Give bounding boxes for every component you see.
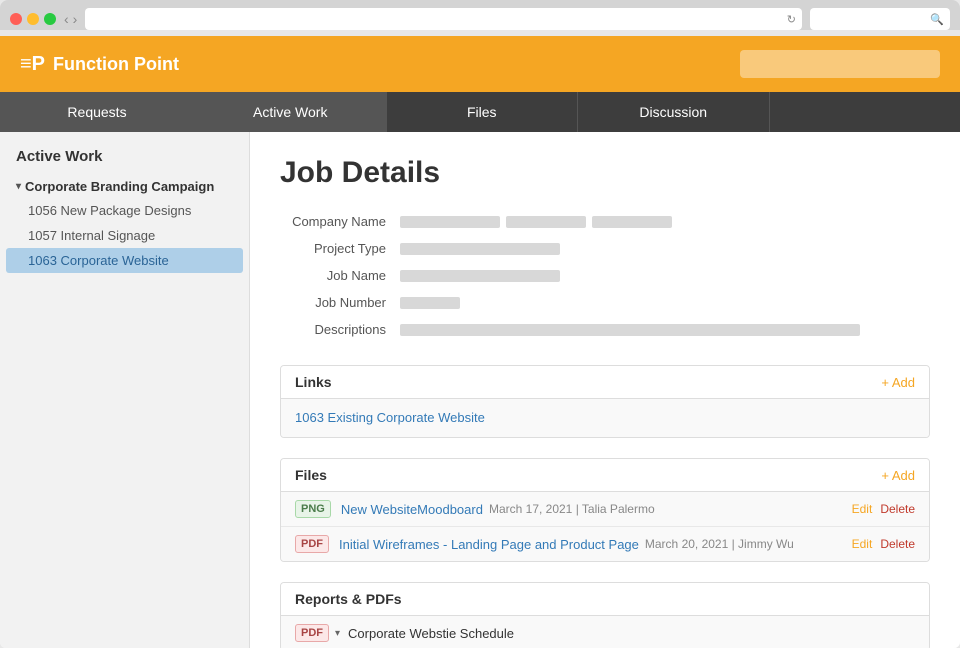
reports-section: Reports & PDFs PDF ▾ Corporate Webstie S… xyxy=(280,582,930,648)
file-delete-1[interactable]: Delete xyxy=(880,537,915,551)
header-search-bar[interactable] xyxy=(740,50,940,78)
maximize-button[interactable] xyxy=(44,13,56,25)
app-logo: ≡P Function Point xyxy=(20,53,179,76)
company-name-bar3 xyxy=(592,216,672,228)
search-icon: 🔍 xyxy=(930,13,944,26)
tab-files[interactable]: Files xyxy=(387,92,579,132)
file-delete-0[interactable]: Delete xyxy=(880,502,915,516)
back-arrow-icon[interactable]: ‹ xyxy=(64,11,69,27)
links-section: Links + Add 1063 Existing Corporate Webs… xyxy=(280,365,930,438)
descriptions-label: Descriptions xyxy=(280,322,400,337)
sidebar: Active Work ▾ Corporate Branding Campaig… xyxy=(0,132,250,648)
file-badge-png: PNG xyxy=(295,500,331,518)
nav-arrows: ‹ › xyxy=(64,11,77,27)
sidebar-group-arrow-icon: ▾ xyxy=(16,181,21,192)
job-number-bar xyxy=(400,297,460,309)
file-meta-0: March 17, 2021 | Talia Palermo xyxy=(489,502,655,516)
job-name-label: Job Name xyxy=(280,268,400,283)
company-name-bar1 xyxy=(400,216,500,228)
minimize-button[interactable] xyxy=(27,13,39,25)
file-row-1: PDF Initial Wireframes - Landing Page an… xyxy=(281,527,929,561)
tab-bar: Requests Active Work Files Discussion xyxy=(0,92,960,132)
files-section: Files + Add PNG New WebsiteMoodboard Mar… xyxy=(280,458,930,562)
logo-icon: ≡P xyxy=(20,53,45,76)
sidebar-item-1063[interactable]: 1063 Corporate Website xyxy=(6,248,243,273)
file-row-0: PNG New WebsiteMoodboard March 17, 2021 … xyxy=(281,492,929,527)
file-meta-1: March 20, 2021 | Jimmy Wu xyxy=(645,537,794,551)
descriptions-bar xyxy=(400,324,860,336)
file-name-0[interactable]: New WebsiteMoodboard xyxy=(341,502,483,517)
sidebar-group-label[interactable]: ▾ Corporate Branding Campaign xyxy=(0,175,249,198)
sidebar-item-1056[interactable]: 1056 New Package Designs xyxy=(0,198,249,223)
app-header: ≡P Function Point xyxy=(0,36,960,92)
report-row-0: PDF ▾ Corporate Webstie Schedule xyxy=(281,616,929,648)
page-title: Job Details xyxy=(280,156,930,190)
links-section-body: 1063 Existing Corporate Website xyxy=(281,399,929,437)
link-item-0[interactable]: 1063 Existing Corporate Website xyxy=(295,410,485,425)
job-name-value xyxy=(400,268,930,283)
traffic-lights xyxy=(10,13,56,25)
file-actions-1: Edit Delete xyxy=(852,537,915,551)
refresh-icon[interactable]: ↻ xyxy=(787,13,796,26)
forward-arrow-icon[interactable]: › xyxy=(73,11,78,27)
sidebar-section-title: Active Work xyxy=(0,148,249,175)
sidebar-group-name: Corporate Branding Campaign xyxy=(25,179,214,194)
sidebar-item-1057[interactable]: 1057 Internal Signage xyxy=(0,223,249,248)
links-section-title: Links xyxy=(295,374,332,390)
content-panel: Job Details Company Name Project Type Jo… xyxy=(250,132,960,648)
report-badge-0: PDF xyxy=(295,624,329,642)
files-section-header: Files + Add xyxy=(281,459,929,492)
file-edit-1[interactable]: Edit xyxy=(852,537,873,551)
address-bar[interactable]: ↻ xyxy=(85,8,802,30)
report-name-0: Corporate Webstie Schedule xyxy=(348,626,514,641)
tab-extra[interactable] xyxy=(770,92,960,132)
company-name-bar2 xyxy=(506,216,586,228)
job-number-label: Job Number xyxy=(280,295,400,310)
browser-search-bar[interactable]: 🔍 xyxy=(810,8,950,30)
main-content: Active Work ▾ Corporate Branding Campaig… xyxy=(0,132,960,648)
company-name-label: Company Name xyxy=(280,214,400,229)
files-add-button[interactable]: + Add xyxy=(881,468,915,483)
files-section-title: Files xyxy=(295,467,327,483)
report-arrow-icon[interactable]: ▾ xyxy=(335,628,340,639)
file-badge-pdf: PDF xyxy=(295,535,329,553)
job-details-grid: Company Name Project Type Job Name Job N xyxy=(280,214,930,337)
tab-requests[interactable]: Requests xyxy=(0,92,195,132)
links-add-button[interactable]: + Add xyxy=(881,375,915,390)
reports-section-header: Reports & PDFs xyxy=(281,583,929,616)
close-button[interactable] xyxy=(10,13,22,25)
job-name-bar xyxy=(400,270,560,282)
reports-section-title: Reports & PDFs xyxy=(295,591,402,607)
descriptions-value xyxy=(400,322,930,337)
company-name-value xyxy=(400,214,930,229)
project-type-value xyxy=(400,241,930,256)
tab-discussion[interactable]: Discussion xyxy=(578,92,770,132)
app-name: Function Point xyxy=(53,54,179,75)
links-section-header: Links + Add xyxy=(281,366,929,399)
tab-active-work[interactable]: Active Work xyxy=(195,92,387,132)
project-type-label: Project Type xyxy=(280,241,400,256)
file-edit-0[interactable]: Edit xyxy=(852,502,873,516)
browser-chrome: ‹ › ↻ 🔍 xyxy=(0,0,960,30)
job-number-value xyxy=(400,295,930,310)
project-type-bar xyxy=(400,243,560,255)
app-container: ≡P Function Point Requests Active Work F… xyxy=(0,36,960,648)
file-name-1[interactable]: Initial Wireframes - Landing Page and Pr… xyxy=(339,537,639,552)
file-actions-0: Edit Delete xyxy=(852,502,915,516)
